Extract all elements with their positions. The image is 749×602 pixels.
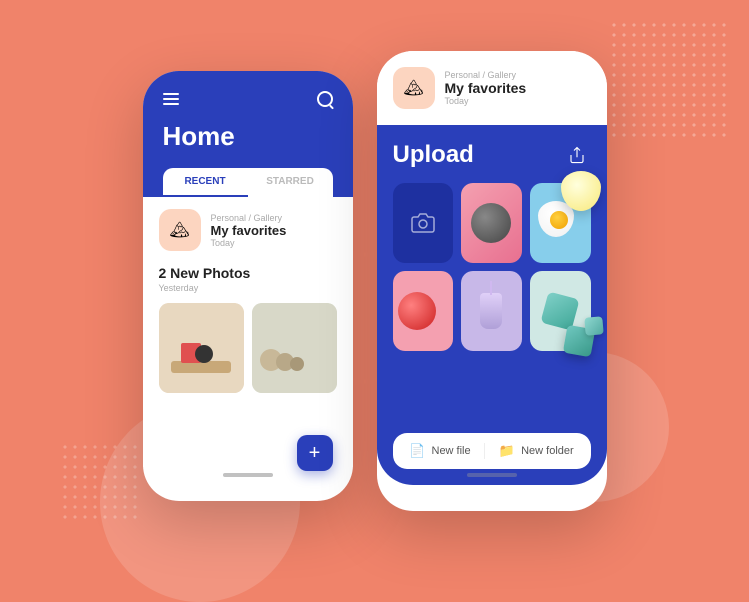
grid-cell-teal[interactable] [530,271,591,351]
file-item-favorites[interactable]: 🏔 Personal / Gallery My favorites Today [159,209,337,251]
hamburger-line-2 [163,98,179,100]
upload-title: Upload [393,141,474,169]
grey-ball [471,203,511,243]
red-ball [398,292,436,330]
fab-button[interactable]: + [297,435,333,471]
straw [490,281,492,295]
file-icon: 📄 [409,443,425,459]
new-file-label: New file [432,445,471,457]
phone-home: Home RECENT STARRED 🏔 Personal / Gallery… [143,71,353,501]
folder-icon: 📁 [499,443,515,459]
new-folder-button[interactable]: 📁 New folder [499,443,574,459]
camera-cell [393,183,454,263]
art-scene-2 [252,303,337,393]
home-title: Home [163,121,333,152]
mountain-icon: 🏔 [169,220,189,240]
art-scene-1 [159,303,244,393]
photo-thumb-2[interactable] [252,303,337,393]
upload-file-meta: Personal / Gallery My favorites Today [445,70,527,106]
photo-grid [393,183,591,351]
hamburger-icon[interactable] [163,93,179,105]
grid-cell-shake[interactable] [461,271,522,351]
pink-ball-cell [461,183,522,263]
home-header: Home RECENT STARRED [143,71,353,197]
upload-mountain-icon: 🏔 [403,78,423,98]
file-name: My favorites [211,223,337,238]
new-folder-label: New folder [521,445,574,457]
upload-bottom-bar: 📄 New file 📁 New folder [393,433,591,469]
file-icon-box: 🏔 [159,209,201,251]
upload-file-icon-box: 🏔 [393,67,435,109]
phone-upload: 🏔 Personal / Gallery My favorites Today … [377,51,607,511]
box-small [584,316,604,336]
share-button[interactable] [563,141,591,169]
home-indicator [223,473,273,477]
section-subtitle: Yesterday [159,283,337,293]
upload-file-path: Personal / Gallery [445,70,527,80]
art-obj-black [195,345,213,363]
upload-file-date: Today [445,96,527,106]
upload-top: 🏔 Personal / Gallery My favorites Today [377,51,607,125]
upload-body: Upload [377,125,607,485]
upload-header-row: Upload [393,141,591,169]
art-sphere-3 [290,357,304,371]
tab-starred[interactable]: STARRED [248,176,333,197]
phones-container: Home RECENT STARRED 🏔 Personal / Gallery… [143,51,607,511]
home-topbar [163,91,333,107]
grid-cell-pink-ball[interactable] [461,183,522,263]
grid-cell-camera[interactable] [393,183,454,263]
section-title: 2 New Photos [159,265,337,281]
file-path: Personal / Gallery [211,213,337,223]
file-meta: Personal / Gallery My favorites Today [211,213,337,248]
shake-cup [480,293,502,329]
photo-thumb-1[interactable] [159,303,244,393]
grid-cell-egg[interactable] [530,183,591,263]
tabs-bar: RECENT STARRED [163,168,333,197]
upload-file-item[interactable]: 🏔 Personal / Gallery My favorites Today [393,67,591,109]
shake-cell [461,271,522,351]
share-icon [568,146,586,164]
home-body: 🏔 Personal / Gallery My favorites Today … [143,197,353,467]
photos-grid [159,303,337,393]
camera-icon [411,211,435,235]
upload-file-name: My favorites [445,80,527,96]
red-ball-cell [393,271,454,351]
tab-recent[interactable]: RECENT [163,176,248,197]
divider [484,443,485,459]
file-date: Today [211,238,337,248]
floating-boxes-3d [555,317,603,365]
hamburger-line-3 [163,103,179,105]
upload-home-indicator [467,473,517,477]
hamburger-line-1 [163,93,179,95]
search-icon[interactable] [317,91,333,107]
new-file-button[interactable]: 📄 New file [409,443,470,459]
art-table [171,361,231,373]
grid-cell-red-ball[interactable] [393,271,454,351]
